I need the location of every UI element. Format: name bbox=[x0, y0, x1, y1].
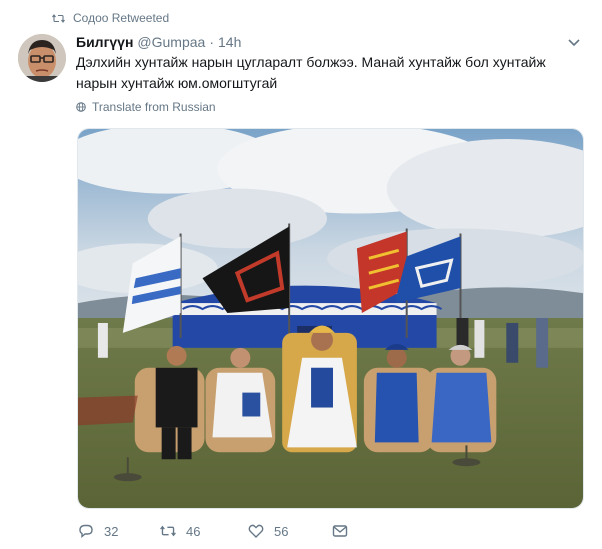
translate-link[interactable]: Translate from Russian bbox=[76, 100, 216, 114]
tweet-text: Дэлхийн хунтайж нарын цугларалт болжээ. … bbox=[76, 52, 576, 94]
globe-icon bbox=[76, 102, 86, 112]
retweet-icon bbox=[52, 13, 65, 23]
retweet-button[interactable]: 46 bbox=[160, 523, 248, 539]
like-button[interactable]: 56 bbox=[248, 523, 332, 539]
tweet-header: Билгүүн @Gumpaa · 14h bbox=[76, 32, 582, 52]
retweet-count: 46 bbox=[186, 523, 201, 539]
author-handle[interactable]: @Gumpaa bbox=[137, 34, 205, 50]
retweet-label[interactable]: Содоо Retweeted bbox=[73, 11, 169, 25]
reply-icon bbox=[79, 524, 93, 538]
tweet-text-line-1: Дэлхийн хунтайж нарын цугларалт болжээ. … bbox=[76, 54, 546, 70]
message-icon bbox=[332, 525, 348, 537]
tweet-actions: 32 46 56 bbox=[78, 520, 348, 542]
direct-message-button[interactable] bbox=[332, 523, 348, 539]
chevron-down-icon[interactable] bbox=[568, 36, 580, 48]
like-icon bbox=[248, 524, 264, 538]
retweet-icon bbox=[160, 525, 176, 537]
avatar[interactable] bbox=[18, 34, 66, 82]
tweet-text-line-2: нарын хунтайж юм.омогштугай bbox=[76, 75, 278, 91]
reply-button[interactable]: 32 bbox=[78, 523, 160, 539]
reply-count: 32 bbox=[104, 523, 119, 539]
tweet-photo[interactable] bbox=[77, 128, 584, 509]
tweet-timestamp[interactable]: 14h bbox=[218, 34, 241, 50]
like-count: 56 bbox=[274, 523, 289, 539]
translate-label[interactable]: Translate from Russian bbox=[92, 100, 216, 114]
retweet-context: Содоо Retweeted bbox=[52, 10, 169, 26]
separator-dot: · bbox=[209, 34, 215, 50]
author-name[interactable]: Билгүүн bbox=[76, 34, 133, 50]
